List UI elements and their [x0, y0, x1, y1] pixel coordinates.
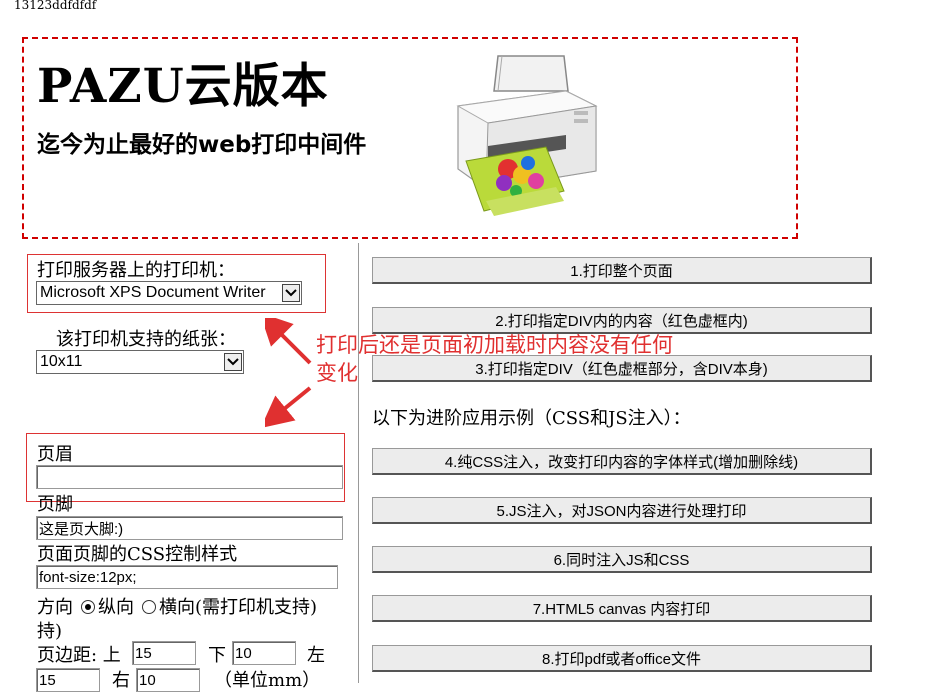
column-divider — [358, 243, 359, 683]
hero-title: PAZU云版本 — [37, 59, 329, 114]
margin-top-input[interactable]: 15 — [132, 641, 196, 665]
arrow-down-icon — [265, 386, 312, 428]
margin-left-label: 左 — [307, 645, 325, 666]
annotation-arrows — [265, 318, 312, 428]
css-input[interactable]: font-size:12px; — [36, 565, 338, 589]
margin-bottom-label: 下 — [208, 645, 226, 666]
top-text: 13123ddfdfdf — [14, 0, 97, 12]
unit-label: （单位mm） — [214, 670, 321, 691]
printer-image — [456, 55, 598, 216]
paper-select-value: 10x11 — [40, 353, 83, 370]
printer-label: 打印服务器上的打印机： — [37, 260, 235, 281]
btn-print-div-content[interactable]: 2.打印指定DIV内的内容（红色虚框内) — [372, 307, 872, 334]
orientation-label: 方向 — [37, 597, 73, 618]
margin-label: 页边距: 上 — [37, 645, 121, 666]
hero-subtitle: 迄今为止最好的web打印中间件 — [37, 132, 367, 158]
footer-label: 页脚 — [37, 494, 73, 515]
paper-select[interactable]: 10x11 — [36, 350, 244, 374]
printer-select-value: Microsoft XPS Document Writer — [40, 284, 266, 301]
orientation-row: 方向 纵向 横向(需打印机支持) — [37, 593, 317, 619]
btn-print-page[interactable]: 1.打印整个页面 — [372, 257, 872, 284]
printer-select[interactable]: Microsoft XPS Document Writer — [36, 281, 302, 305]
chevron-down-icon[interactable] — [282, 284, 300, 302]
btn-js-css-inject[interactable]: 6.同时注入JS和CSS — [372, 546, 872, 573]
margin-right-label: 右 — [112, 670, 130, 691]
margin-bottom-input[interactable]: 10 — [232, 641, 296, 665]
btn-css-inject[interactable]: 4.纯CSS注入，改变打印内容的字体样式(增加删除线) — [372, 448, 872, 475]
landscape-radio[interactable] — [142, 600, 156, 614]
btn-print-div[interactable]: 3.打印指定DIV（红色虚框部分，含DIV本身) — [372, 355, 872, 382]
css-label: 页面页脚的CSS控制样式 — [37, 544, 238, 565]
landscape-label: 横向(需打印机支持) — [159, 597, 318, 618]
chevron-down-icon[interactable] — [224, 353, 242, 371]
margin-left-input[interactable]: 15 — [36, 668, 100, 692]
paper-label: 该打印机支持的纸张： — [56, 329, 236, 350]
header-label: 页眉 — [37, 444, 73, 465]
portrait-label: 纵向 — [98, 597, 134, 618]
advanced-label: 以下为进阶应用示例（CSS和JS注入）： — [372, 408, 691, 429]
orientation-wrap: 持) — [37, 621, 63, 642]
header-input[interactable] — [36, 465, 343, 489]
arrow-up-icon — [265, 318, 312, 365]
btn-js-inject[interactable]: 5.JS注入，对JSON内容进行处理打印 — [372, 497, 872, 524]
print-area-div: PAZU云版本 迄今为止最好的web打印中间件 — [22, 37, 798, 239]
btn-canvas-print[interactable]: 7.HTML5 canvas 内容打印 — [372, 595, 872, 622]
portrait-radio[interactable] — [81, 600, 95, 614]
btn-print-pdf-office[interactable]: 8.打印pdf或者office文件 — [372, 645, 872, 672]
footer-input[interactable]: 这是页大脚:) — [36, 516, 343, 540]
margin-right-input[interactable]: 10 — [136, 668, 200, 692]
